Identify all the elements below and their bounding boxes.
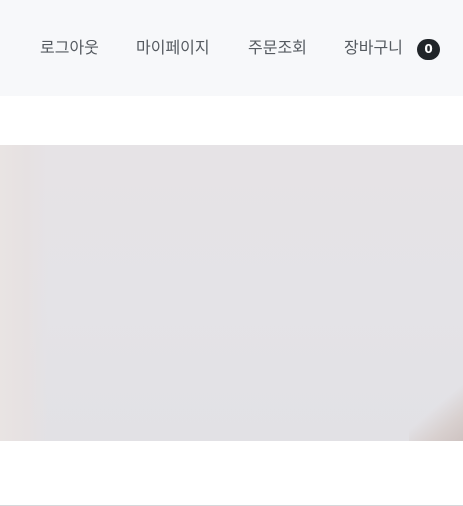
cart-link[interactable]: 장바구니 bbox=[344, 36, 403, 60]
hero-corner-shadow bbox=[409, 375, 463, 441]
order-lookup-link[interactable]: 주문조회 bbox=[248, 36, 307, 60]
top-header: 로그아웃 마이페이지 주문조회 장바구니 0 bbox=[0, 0, 463, 96]
mypage-link[interactable]: 마이페이지 bbox=[136, 36, 210, 60]
user-nav: 로그아웃 마이페이지 주문조회 장바구니 bbox=[0, 36, 463, 60]
cart-count-badge[interactable]: 0 bbox=[417, 39, 440, 60]
logout-link[interactable]: 로그아웃 bbox=[40, 36, 99, 60]
page: 로그아웃 마이페이지 주문조회 장바구니 0 bbox=[0, 0, 463, 506]
hero-banner-image bbox=[0, 145, 463, 441]
hero-left-shade bbox=[0, 145, 48, 441]
